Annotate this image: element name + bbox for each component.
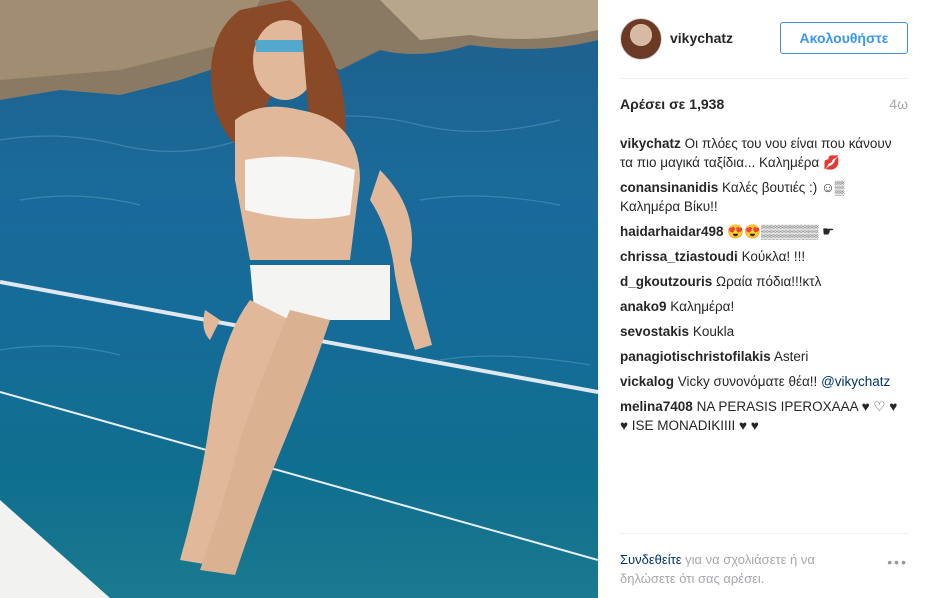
comment-username[interactable]: panagiotischristofilakis xyxy=(620,349,771,364)
comment-username[interactable]: conansinanidis xyxy=(620,180,718,195)
comment-mention[interactable]: @vikychatz xyxy=(821,374,890,389)
comment: anako9 Καλημέρα! xyxy=(620,297,908,316)
comment-username[interactable]: chrissa_tziastoudi xyxy=(620,249,738,264)
login-footer: Συνδεθείτε για να σχολιάσετε ή να δηλώσε… xyxy=(620,533,908,586)
comment-username[interactable]: melina7408 xyxy=(620,399,693,414)
comment-username[interactable]: vickalog xyxy=(620,374,674,389)
more-options-icon[interactable]: ••• xyxy=(887,554,908,570)
comment: vickalog Vicky συνονόματε θέα!! @vikycha… xyxy=(620,372,908,391)
comment: vikychatz Οι πλόες του νου είναι που κάν… xyxy=(620,134,908,172)
comment-text: Καλημέρα! xyxy=(670,299,735,314)
comment: panagiotischristofilakis Asteri xyxy=(620,347,908,366)
comment-username[interactable]: sevostakis xyxy=(620,324,689,339)
login-link[interactable]: Συνδεθείτε xyxy=(620,552,682,567)
comment: melina7408 NA PERASIS IPEROXAAA ♥ ♡ ♥ ♥ … xyxy=(620,397,908,435)
post-sidebar: vikychatz Ακολουθήστε Αρέσει σε 1,938 4ω… xyxy=(598,0,930,598)
comment: conansinanidis Καλές βουτιές :) ☺︎▒ Καλη… xyxy=(620,178,908,216)
comment-text: 😍😍▒▒▒▒▒▒ ☛ xyxy=(727,224,835,239)
post-time[interactable]: 4ω xyxy=(889,96,908,112)
comment-text: Vicky συνονόματε θέα!! xyxy=(677,374,818,389)
comment: chrissa_tziastoudi Κούκλα! !!! xyxy=(620,247,908,266)
comment: haidarhaidar498 😍😍▒▒▒▒▒▒ ☛ xyxy=(620,222,908,241)
comment-list: vikychatz Οι πλόες του νου είναι που κάν… xyxy=(620,134,908,441)
comment: sevostakis Koukla xyxy=(620,322,908,341)
post-header: vikychatz Ακολουθήστε xyxy=(620,0,908,79)
comment-text: Ωραία πόδια!!!κτλ xyxy=(716,274,822,289)
likes-row: Αρέσει σε 1,938 4ω xyxy=(620,96,908,116)
post-photo xyxy=(0,0,598,598)
comment-text: Asteri xyxy=(773,349,809,364)
comment-text: Κούκλα! !!! xyxy=(741,249,806,264)
comment-username[interactable]: d_gkoutzouris xyxy=(620,274,712,289)
follow-button[interactable]: Ακολουθήστε xyxy=(780,22,908,54)
likes-count[interactable]: Αρέσει σε 1,938 xyxy=(620,96,724,112)
comment-username[interactable]: haidarhaidar498 xyxy=(620,224,724,239)
photo-illustration xyxy=(0,0,598,598)
comment-text: Koukla xyxy=(692,324,735,339)
login-prompt: Συνδεθείτε για να σχολιάσετε ή να δηλώσε… xyxy=(620,550,860,588)
comment: d_gkoutzouris Ωραία πόδια!!!κτλ xyxy=(620,272,908,291)
comment-username[interactable]: anako9 xyxy=(620,299,667,314)
comment-username[interactable]: vikychatz xyxy=(620,136,681,151)
author-username[interactable]: vikychatz xyxy=(670,30,733,46)
avatar[interactable] xyxy=(620,18,662,60)
